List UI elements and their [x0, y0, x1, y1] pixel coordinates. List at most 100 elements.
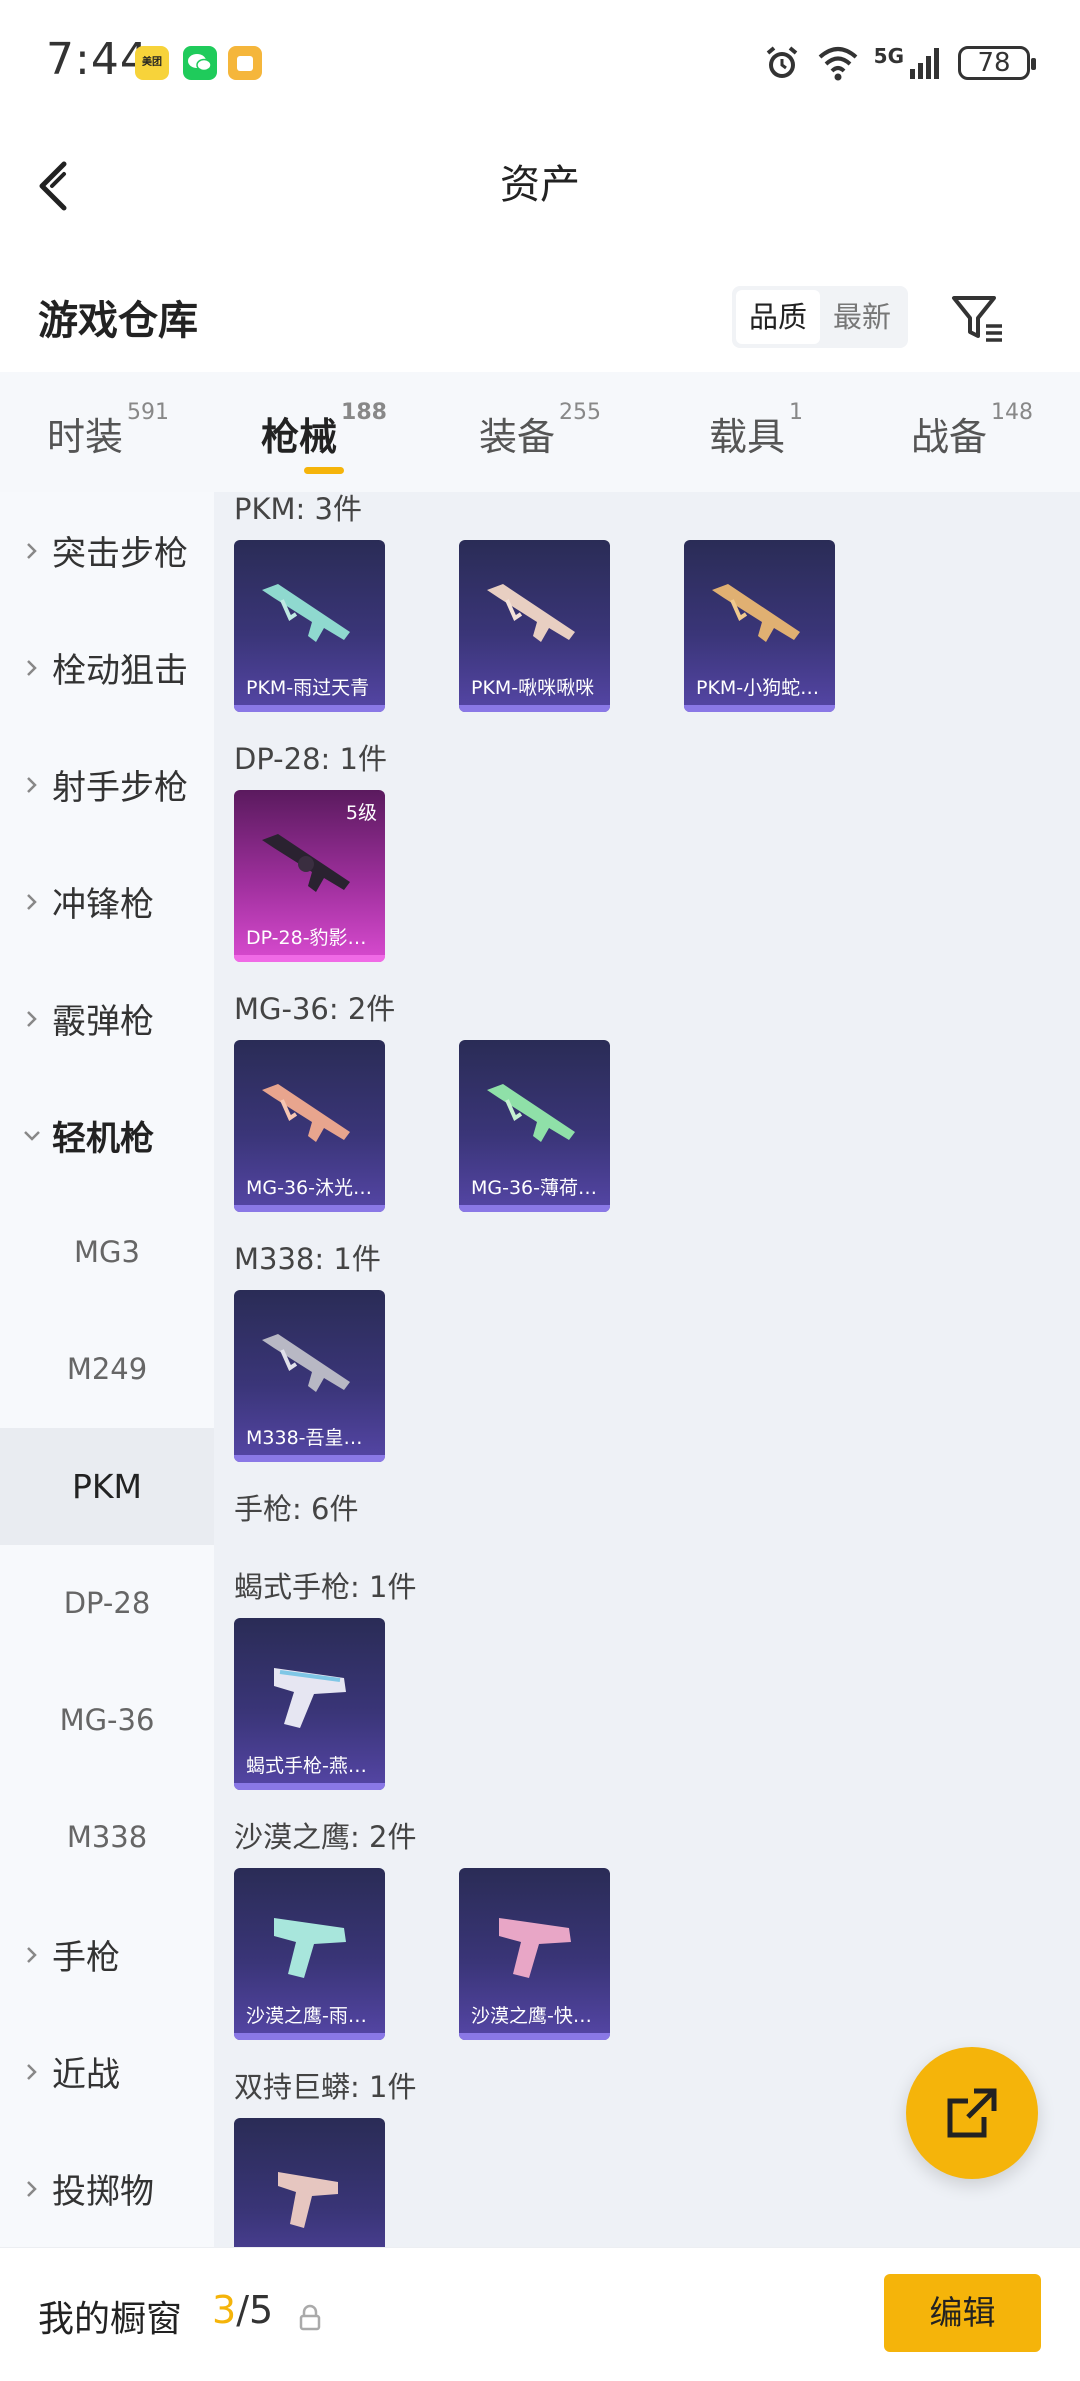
tab-vehicles[interactable]: 载具1 — [648, 372, 864, 492]
rifle-icon — [487, 584, 575, 642]
sidebar-item-label: 轻机枪 — [52, 1119, 154, 1159]
quality-bar — [234, 1783, 385, 1790]
sort-quality-button[interactable]: 品质 — [736, 290, 820, 344]
sidebar-item-label: 近战 — [52, 2055, 120, 2095]
rifle-icon — [262, 1084, 350, 1142]
edit-button[interactable]: 编辑 — [884, 2274, 1041, 2352]
weapon-category-sidebar: 突击步枪 栓动狙击 射手步枪 冲锋枪 霰弹枪 轻机枪 MG3 M249 PKM … — [0, 492, 214, 2247]
tab-firearms[interactable]: 枪械188 — [216, 372, 432, 492]
weapon-card[interactable]: 沙漠之鹰-快… — [459, 1868, 610, 2040]
sidebar-subitem-mg36[interactable]: MG-36 — [0, 1662, 214, 1779]
weapon-card-name: PKM-雨过天青 — [246, 677, 370, 699]
tab-fashion[interactable]: 时装591 — [0, 372, 216, 492]
sidebar-subitem-pkm[interactable]: PKM — [0, 1428, 214, 1545]
quality-bar — [234, 955, 385, 962]
tab-label: 枪械 — [261, 415, 338, 459]
weapon-card[interactable]: M338-吾皇… — [234, 1290, 385, 1462]
rifle-icon — [487, 1084, 575, 1142]
category-tabs: 时装591 枪械188 装备255 载具1 战备148 — [0, 372, 1080, 492]
group-header: DP-28: 1件 — [234, 742, 387, 776]
sort-newest-button[interactable]: 最新 — [820, 290, 904, 344]
group-header: 沙漠之鹰: 2件 — [234, 1820, 417, 1854]
weapon-card[interactable]: MG-36-沐光… — [234, 1040, 385, 1212]
showcase-count-current: 3 — [212, 2288, 237, 2332]
showcase-count: 3/5 — [212, 2288, 273, 2332]
status-bar: 7:44 美团 5G 78 — [0, 0, 1080, 130]
share-button[interactable] — [906, 2047, 1038, 2179]
sidebar-subitem-m338[interactable]: M338 — [0, 1779, 214, 1896]
sidebar-item-melee[interactable]: 近战 — [0, 2013, 214, 2130]
sidebar-item-marksman-rifle[interactable]: 射手步枪 — [0, 726, 214, 843]
showcase-bar: 我的橱窗 3/5 编辑 — [0, 2247, 1080, 2381]
sidebar-item-label: 射手步枪 — [52, 768, 188, 808]
chevron-down-icon — [24, 1130, 40, 1141]
share-external-icon — [947, 2088, 997, 2138]
weapon-card[interactable]: 沙漠之鹰-雨… — [234, 1868, 385, 2040]
tab-label: 时装 — [46, 415, 123, 459]
weapon-card[interactable]: PKM-雨过天青 — [234, 540, 385, 712]
tab-supplies[interactable]: 战备148 — [864, 372, 1080, 492]
tab-count: 591 — [127, 400, 169, 425]
sidebar-item-assault-rifle[interactable]: 突击步枪 — [0, 492, 214, 609]
revolver-icon — [278, 2172, 338, 2228]
weapon-card[interactable]: PKM-啾咪啾咪 — [459, 540, 610, 712]
weapon-card[interactable]: 5级 DP-28-豹影… — [234, 790, 385, 962]
tab-label: 战备 — [910, 415, 987, 459]
signal-icon — [910, 48, 939, 79]
sidebar-item-throwable[interactable]: 投掷物 — [0, 2130, 214, 2247]
weapon-card-name: PKM-小狗蛇… — [696, 677, 820, 699]
sidebar-item-label: 冲锋枪 — [52, 885, 154, 925]
weapon-card[interactable]: PKM-小狗蛇… — [684, 540, 835, 712]
sidebar-item-label: 手枪 — [52, 1938, 120, 1978]
sidebar-item-label: 霰弹枪 — [52, 1002, 154, 1042]
sidebar-item-smg[interactable]: 冲锋枪 — [0, 843, 214, 960]
wifi-icon — [818, 47, 857, 81]
sidebar-item-bolt-sniper[interactable]: 栓动狙击 — [0, 609, 214, 726]
weapon-card-name: 蝎式手枪-燕… — [246, 1755, 367, 1777]
tab-count: 148 — [991, 400, 1033, 425]
pistol-icon — [499, 1918, 571, 1978]
sidebar-item-pistol[interactable]: 手枪 — [0, 1896, 214, 2013]
filter-button[interactable] — [948, 288, 1008, 348]
sidebar-item-shotgun[interactable]: 霰弹枪 — [0, 960, 214, 1077]
group-header: 蝎式手枪: 1件 — [234, 1570, 417, 1604]
quality-bar — [234, 1455, 385, 1462]
tab-equipment[interactable]: 装备255 — [432, 372, 648, 492]
quality-bar — [234, 705, 385, 712]
weapon-card[interactable]: MG-36-薄荷… — [459, 1040, 610, 1212]
warehouse-header: 游戏仓库 品质 最新 — [0, 260, 1080, 370]
sidebar-item-label: 投掷物 — [52, 2172, 154, 2212]
filter-icon — [952, 296, 1002, 342]
quality-bar — [234, 2033, 385, 2040]
chevron-right-icon — [27, 776, 37, 793]
chevron-right-icon — [27, 1946, 37, 1963]
rifle-icon — [262, 584, 350, 642]
sidebar-subitem-mg3[interactable]: MG3 — [0, 1194, 214, 1311]
notification-app-icon — [228, 46, 262, 80]
weapon-card-name: DP-28-豹影… — [246, 927, 367, 949]
sidebar-subitem-dp28[interactable]: DP-28 — [0, 1545, 214, 1662]
pistol-icon — [274, 1918, 346, 1978]
rifle-icon — [262, 834, 350, 892]
wechat-app-icon — [183, 46, 217, 80]
chevron-right-icon — [27, 1010, 37, 1027]
chevron-right-icon — [27, 893, 37, 910]
weapon-card-name: MG-36-薄荷… — [471, 1177, 598, 1199]
sidebar-item-lmg[interactable]: 轻机枪 — [0, 1077, 214, 1194]
group-header: 手枪: 6件 — [234, 1492, 359, 1526]
rifle-icon — [262, 1334, 350, 1392]
network-type: 5G — [873, 44, 904, 68]
sidebar-subitem-m249[interactable]: M249 — [0, 1311, 214, 1428]
status-time: 7:44 — [46, 34, 149, 85]
lock-icon — [299, 2304, 321, 2331]
quality-bar — [459, 2033, 610, 2040]
chevron-right-icon — [27, 542, 37, 559]
weapon-card-name: M338-吾皇… — [246, 1427, 363, 1449]
weapon-card[interactable]: 蝎式手枪-燕… — [234, 1618, 385, 1790]
group-header: M338: 1件 — [234, 1242, 381, 1276]
chevron-right-icon — [27, 2063, 37, 2080]
weapon-card[interactable] — [234, 2118, 385, 2247]
group-header: PKM: 3件 — [234, 492, 362, 526]
showcase-label: 我的橱窗 — [38, 2299, 183, 2340]
showcase-count-total: /5 — [236, 2288, 274, 2332]
